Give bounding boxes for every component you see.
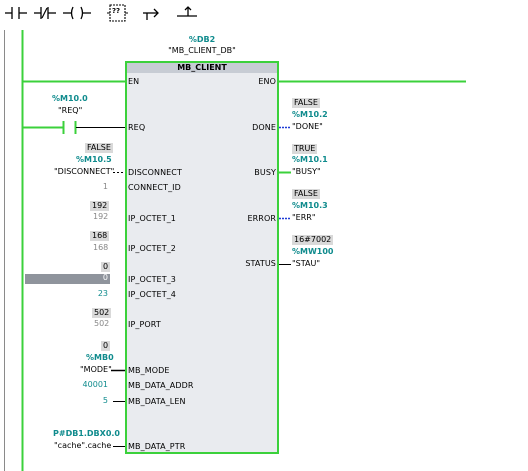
busy-monitor: TRUE <box>292 144 318 154</box>
status-tag[interactable]: "STAU" <box>292 259 320 268</box>
pin-mb-data-addr: MB_DATA_ADDR <box>128 381 194 390</box>
octet4-value[interactable]: 23 <box>80 289 108 298</box>
disconnect-tag[interactable]: "DISCONNECT" <box>54 167 114 176</box>
pin-disconnect: DISCONNECT <box>128 168 182 177</box>
ptr-address: P#DB1.DBX0.0 <box>53 429 120 438</box>
status-monitor: 16#7002 <box>292 235 334 245</box>
pin-ip-octet-1: IP_OCTET_1 <box>128 214 176 223</box>
done-tag[interactable]: "DONE" <box>292 122 323 131</box>
db-address: %DB2 <box>188 35 216 44</box>
pin-status: STATUS <box>245 259 276 268</box>
data-len-value[interactable]: 5 <box>80 396 108 405</box>
pin-connect-id: CONNECT_ID <box>128 183 181 192</box>
mode-monitor: 0 <box>101 341 111 351</box>
octet1-value[interactable]: 192 <box>93 212 108 221</box>
octet3-value[interactable]: 0 <box>80 273 108 282</box>
data-addr-value[interactable]: 40001 <box>78 380 108 389</box>
error-address: %M10.3 <box>292 201 328 210</box>
busy-address: %M10.1 <box>292 155 328 164</box>
pin-mb-data-len: MB_DATA_LEN <box>128 397 186 406</box>
pin-busy: BUSY <box>254 168 276 177</box>
pin-mb-mode: MB_MODE <box>128 366 170 375</box>
db-name[interactable]: "MB_CLIENT_DB" <box>125 46 279 55</box>
req-tag[interactable]: "REQ" <box>58 106 82 115</box>
disconnect-monitor: FALSE <box>85 143 113 153</box>
block-title: MB_CLIENT <box>127 63 277 73</box>
error-tag[interactable]: "ERR" <box>292 213 316 222</box>
error-monitor: FALSE <box>292 189 320 199</box>
octet3-monitor: 0 <box>101 262 111 272</box>
pin-ip-octet-3: IP_OCTET_3 <box>128 275 176 284</box>
pin-eno: ENO <box>258 77 276 86</box>
mode-tag[interactable]: "MODE" <box>80 365 112 374</box>
status-address: %MW100 <box>292 247 334 256</box>
pin-ip-port: IP_PORT <box>128 320 161 329</box>
port-value[interactable]: 502 <box>94 319 109 328</box>
disconnect-address: %M10.5 <box>76 155 112 164</box>
pin-error: ERROR <box>247 214 276 223</box>
pin-mb-data-ptr: MB_DATA_PTR <box>128 442 186 451</box>
mode-address: %MB0 <box>86 353 114 362</box>
octet2-value[interactable]: 168 <box>93 243 108 252</box>
pin-ip-octet-2: IP_OCTET_2 <box>128 244 176 253</box>
octet1-monitor: 192 <box>90 201 110 211</box>
mb-client-block[interactable]: MB_CLIENT <box>125 61 279 454</box>
octet2-monitor: 168 <box>90 231 110 241</box>
done-monitor: FALSE <box>292 98 320 108</box>
done-address: %M10.2 <box>292 110 328 119</box>
connect-id-value[interactable]: 1 <box>80 182 108 191</box>
pin-en: EN <box>128 77 140 86</box>
pin-done: DONE <box>252 123 276 132</box>
req-address: %M10.0 <box>52 94 88 103</box>
port-monitor: 502 <box>92 308 112 318</box>
pin-ip-octet-4: IP_OCTET_4 <box>128 290 176 299</box>
busy-tag[interactable]: "BUSY" <box>292 167 321 176</box>
pin-req: REQ <box>128 123 146 132</box>
ptr-tag[interactable]: "cache".cache <box>54 441 111 450</box>
